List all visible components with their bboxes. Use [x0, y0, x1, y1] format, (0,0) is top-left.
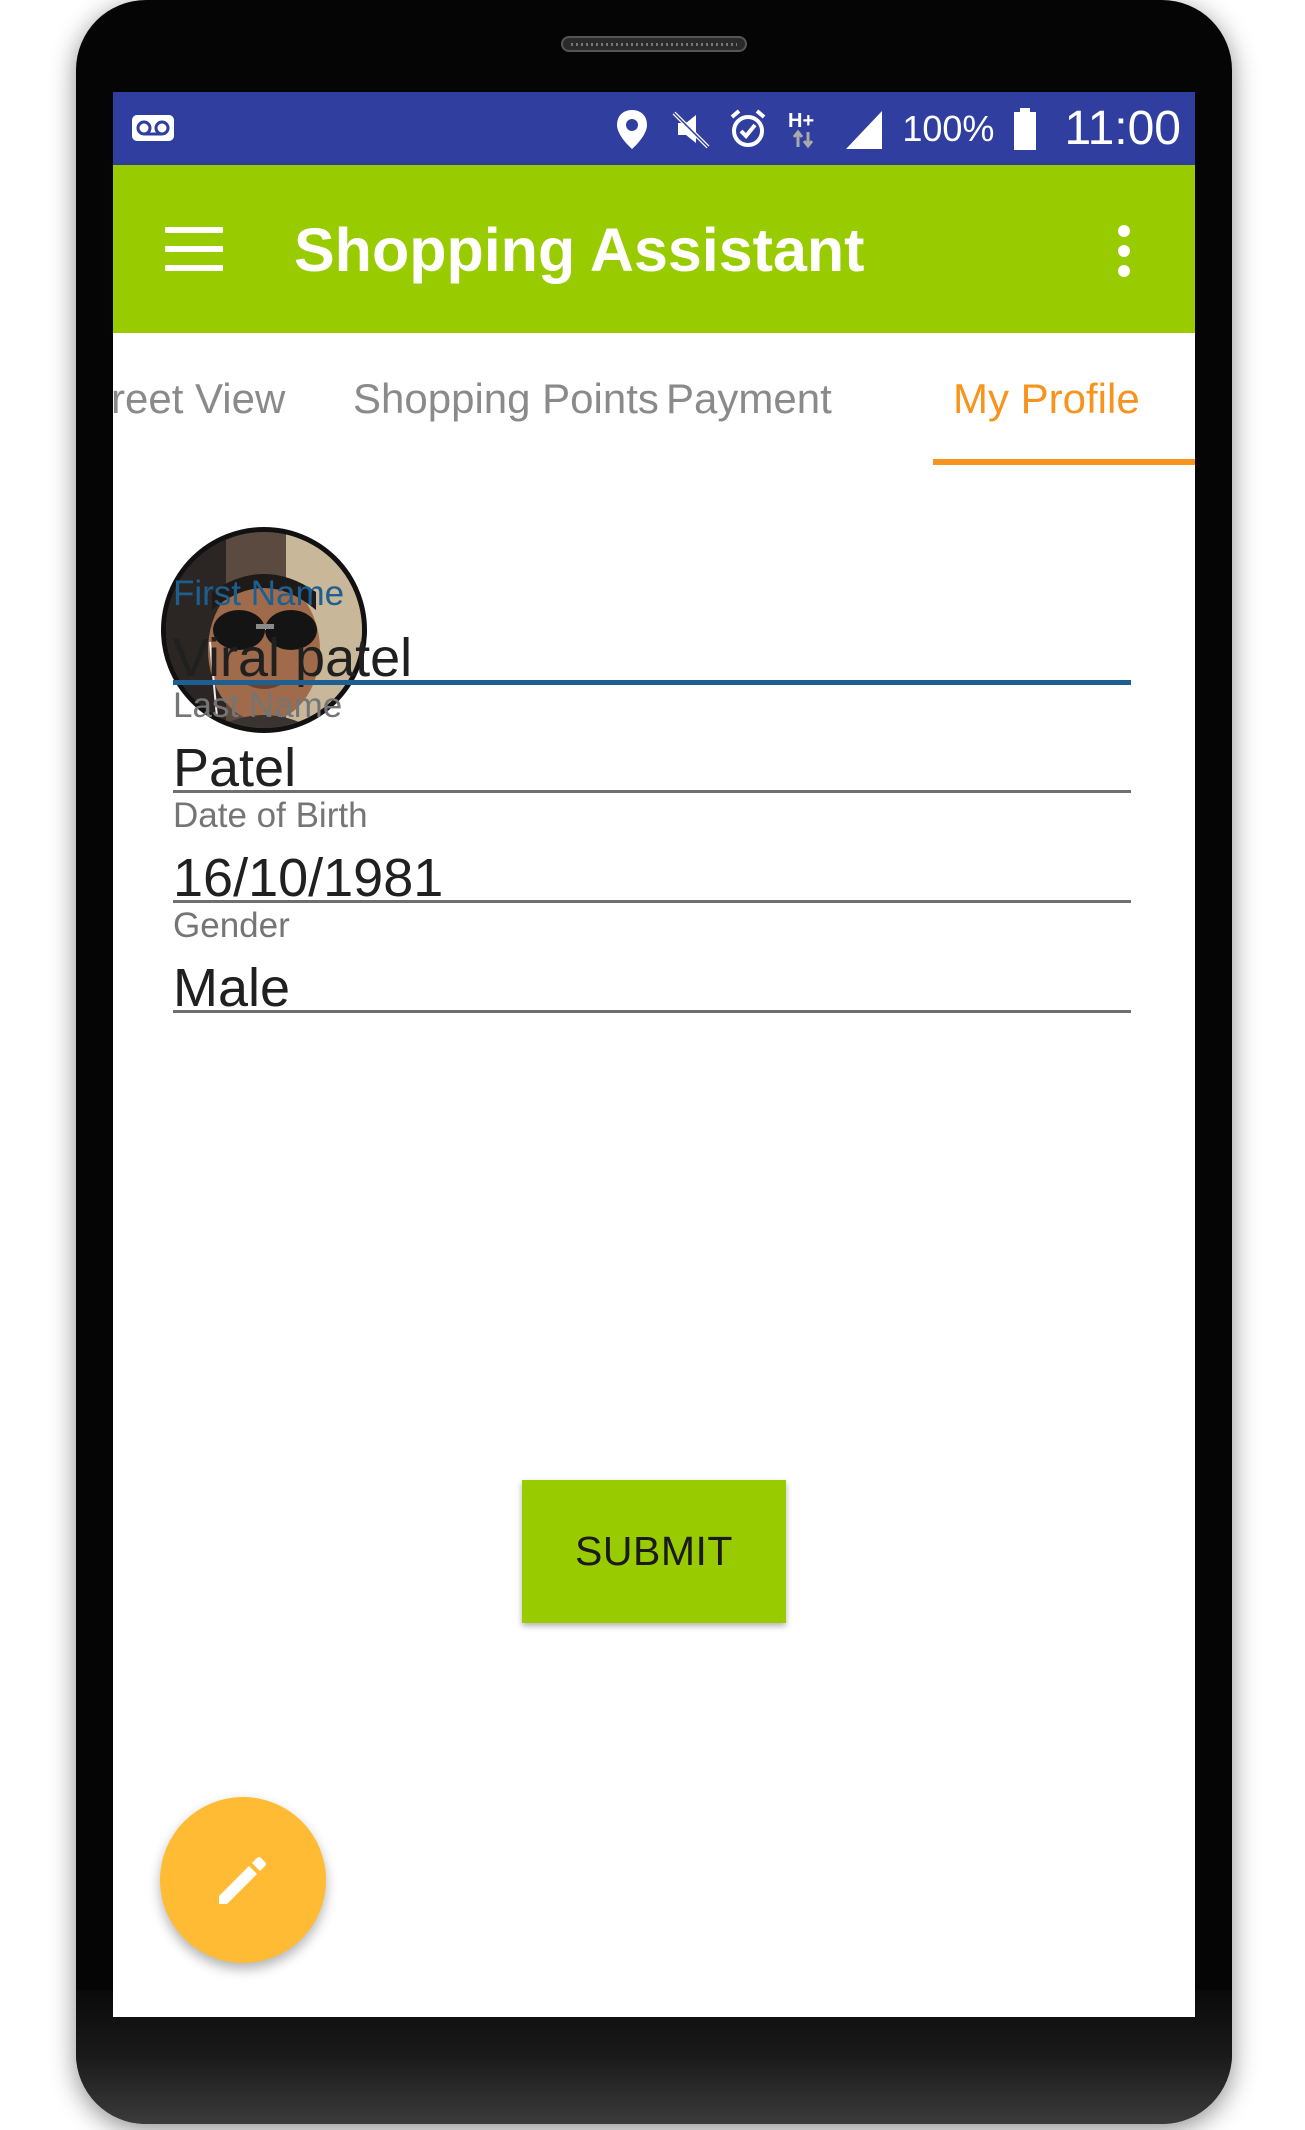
- voicemail-icon: [132, 115, 174, 141]
- phone-speaker-grille: [561, 36, 747, 52]
- stage: H+ 100% 11:00 Shopping Assistant reet Vi…: [0, 0, 1305, 2130]
- first-name-underline: [173, 680, 1131, 685]
- tab-street-view[interactable]: reet View: [113, 375, 285, 423]
- hamburger-menu-icon[interactable]: [165, 227, 223, 271]
- app-title: Shopping Assistant: [294, 216, 865, 284]
- last-name-underline: [173, 790, 1131, 793]
- app-bar: Shopping Assistant: [113, 165, 1195, 333]
- tab-shopping-points[interactable]: Shopping Points: [353, 375, 659, 423]
- network-hplus-icon: H+: [788, 110, 814, 148]
- status-bar: H+ 100% 11:00: [113, 92, 1195, 165]
- gender-label: Gender: [173, 906, 290, 945]
- clock-time: 11:00: [1064, 102, 1181, 155]
- tab-my-profile[interactable]: My Profile: [953, 375, 1140, 423]
- pencil-edit-icon: [219, 1857, 266, 1904]
- phone-screen: H+ 100% 11:00 Shopping Assistant reet Vi…: [113, 92, 1195, 2017]
- battery-icon: [1014, 107, 1037, 150]
- submit-button[interactable]: SUBMIT: [522, 1480, 786, 1623]
- tab-active-indicator: [933, 459, 1195, 465]
- tab-payment[interactable]: Payment: [666, 375, 832, 423]
- status-bar-right: H+ 100% 11:00: [612, 92, 1181, 165]
- date-of-birth-label: Date of Birth: [173, 796, 368, 835]
- svg-text:H+: H+: [788, 110, 814, 132]
- more-vertical-icon[interactable]: [1116, 225, 1132, 277]
- first-name-label: First Name: [173, 574, 345, 613]
- battery-percent: 100%: [902, 107, 995, 149]
- signal-icon: [846, 110, 883, 149]
- mute-icon: [672, 111, 710, 148]
- alarm-icon: [731, 108, 766, 147]
- location-pin-icon: [617, 109, 648, 149]
- date-of-birth-underline: [173, 900, 1131, 903]
- last-name-label: Last Name: [173, 686, 343, 725]
- gender-underline: [173, 1010, 1131, 1013]
- edit-fab-button[interactable]: [160, 1797, 326, 1963]
- tab-bar: reet View Shopping Points Payment My Pro…: [113, 333, 1195, 465]
